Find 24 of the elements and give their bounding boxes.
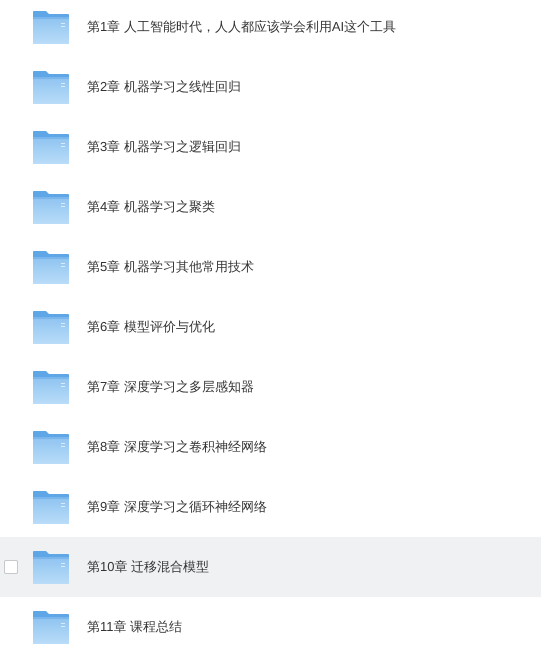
folder-icon	[33, 430, 69, 464]
folder-name: 第10章 迁移混合模型	[87, 558, 210, 576]
folder-name: 第8章 深度学习之卷积神经网络	[87, 438, 267, 456]
folder-name: 第1章 人工智能时代，人人都应该学会利用AI这个工具	[87, 18, 396, 36]
folder-name: 第11章 课程总结	[87, 618, 182, 636]
folder-icon	[33, 490, 69, 524]
folder-icon	[33, 310, 69, 344]
checkbox[interactable]	[4, 560, 18, 574]
folder-icon	[33, 370, 69, 404]
folder-icon	[33, 550, 69, 584]
folder-name: 第6章 模型评价与优化	[87, 318, 215, 336]
folder-icon	[33, 610, 69, 644]
folder-icon	[33, 190, 69, 224]
folder-name: 第9章 深度学习之循环神经网络	[87, 498, 267, 516]
folder-icon	[33, 10, 69, 44]
folder-name: 第4章 机器学习之聚类	[87, 198, 215, 216]
folder-name: 第3章 机器学习之逻辑回归	[87, 138, 241, 156]
folder-row[interactable]: 第10章 迁移混合模型	[0, 537, 541, 597]
folder-icon	[33, 130, 69, 164]
folder-name: 第5章 机器学习其他常用技术	[87, 258, 254, 276]
folder-name: 第7章 深度学习之多层感知器	[87, 378, 254, 396]
folder-name: 第2章 机器学习之线性回归	[87, 78, 241, 96]
folder-icon	[33, 250, 69, 284]
folder-icon	[33, 70, 69, 104]
